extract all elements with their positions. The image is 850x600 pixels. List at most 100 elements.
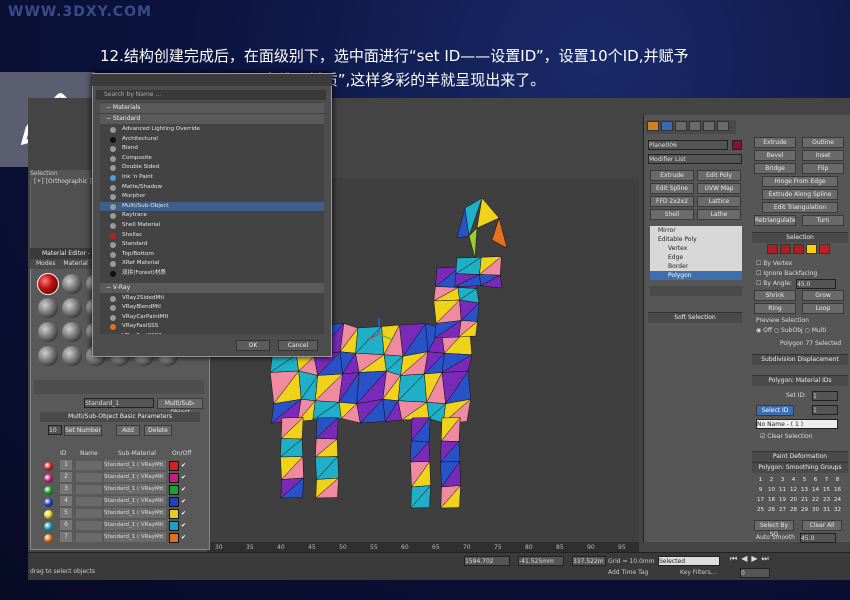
stack-item[interactable]: Edge: [650, 253, 742, 262]
browser-material-item[interactable]: Architectural: [100, 135, 324, 145]
browser-material-item[interactable]: Advanced Lighting Override: [100, 125, 324, 135]
sample-sphere[interactable]: [37, 273, 59, 295]
soft-selection-rollout[interactable]: Soft Selection: [648, 312, 742, 323]
mso-row[interactable]: 4 Standard_1 ( VRayMtl ) ✔: [42, 496, 202, 508]
smoothing-group-button[interactable]: 9: [755, 485, 766, 495]
stack-item[interactable]: Editable Poly: [650, 235, 742, 244]
mso-row-onoff[interactable]: ✔: [181, 532, 186, 544]
browser-material-item[interactable]: Multi/Sub-Object: [100, 201, 324, 212]
by-angle-field[interactable]: 45.0: [796, 279, 836, 289]
browser-category-standard[interactable]: − Standard: [100, 114, 324, 124]
browser-material-item[interactable]: VRay2SidedMtl: [100, 294, 324, 304]
select-by-sg-button[interactable]: Select By SG: [754, 520, 794, 538]
mso-sub-material-button[interactable]: Standard_1 ( VRayMtl ): [104, 520, 166, 530]
auto-smooth-button[interactable]: Auto Smooth: [756, 533, 795, 543]
smoothing-group-button[interactable]: 15: [821, 485, 832, 495]
smoothing-group-button[interactable]: 29: [799, 505, 810, 515]
selection-head[interactable]: Selection: [752, 232, 848, 243]
modifier-button[interactable]: Edit Poly: [697, 170, 741, 181]
cancel-button[interactable]: Cancel: [278, 340, 318, 351]
mso-sub-material-button[interactable]: Standard_1 ( VRayMtl ): [104, 532, 166, 542]
mso-row-name[interactable]: [76, 497, 102, 506]
subobject-level-icon[interactable]: [793, 244, 804, 254]
edit-poly-button[interactable]: Extrude: [754, 137, 796, 148]
stack-item[interactable]: Border: [650, 262, 742, 271]
mso-sub-material-button[interactable]: Standard_1 ( VRayMtl ): [104, 484, 166, 494]
smoothing-group-button[interactable]: 28: [788, 505, 799, 515]
smoothing-group-button[interactable]: 8: [832, 475, 843, 485]
browser-material-item[interactable]: 双拼(Forest)材质: [100, 269, 324, 279]
turn-button[interactable]: Turn: [802, 215, 844, 226]
browser-material-item[interactable]: Morphor: [100, 192, 324, 202]
mso-row-name[interactable]: [76, 521, 102, 530]
mso-params-header[interactable]: Multi/Sub-Object Basic Parameters: [40, 412, 200, 422]
mso-row-name[interactable]: [76, 509, 102, 518]
mso-sub-material-button[interactable]: Standard_1 ( VRayMtl ): [104, 460, 166, 470]
mso-row-onoff[interactable]: ✔: [181, 520, 186, 532]
add-time-tag[interactable]: Add Time Tag: [608, 569, 648, 576]
smoothing-group-button[interactable]: 19: [777, 495, 788, 505]
smoothing-group-button[interactable]: 6: [810, 475, 821, 485]
set-id-field[interactable]: 1: [812, 391, 838, 401]
mso-row-color[interactable]: [169, 485, 179, 495]
set-number-button[interactable]: Set Number: [64, 425, 102, 436]
modifier-button[interactable]: Extrude: [650, 170, 694, 181]
x-coord-field[interactable]: 1594.702: [464, 556, 510, 566]
edit-poly-button[interactable]: Edit Triangulation: [762, 202, 838, 213]
mso-row-color[interactable]: [169, 497, 179, 507]
set-number-field[interactable]: 10: [48, 425, 62, 435]
goat-polygon[interactable]: [491, 217, 508, 249]
playback-icons[interactable]: ⏮◀▶⏭: [730, 554, 773, 563]
edit-poly-button[interactable]: Bevel: [754, 150, 796, 161]
mso-row-onoff[interactable]: ✔: [181, 496, 186, 508]
mso-row-color[interactable]: [169, 461, 179, 471]
mso-row-onoff[interactable]: ✔: [181, 460, 186, 472]
browser-category-vray[interactable]: − V-Ray: [100, 282, 324, 293]
browser-material-item[interactable]: VRayFastSSS: [100, 322, 324, 332]
modifier-list-dropdown[interactable]: Modifier List: [648, 154, 742, 164]
sample-sphere[interactable]: [38, 298, 58, 318]
mso-row[interactable]: 6 Standard_1 ( VRayMtl ) ✔: [42, 520, 202, 532]
sample-sphere[interactable]: [62, 274, 82, 294]
sub-material-sphere[interactable]: [44, 498, 53, 507]
browser-material-item[interactable]: Standard: [100, 240, 324, 250]
smoothing-group-button[interactable]: 22: [810, 495, 821, 505]
mso-sub-material-button[interactable]: Standard_1 ( VRayMtl ): [104, 508, 166, 518]
smoothing-group-button[interactable]: 4: [788, 475, 799, 485]
subobject-level-icon[interactable]: [780, 244, 791, 254]
smoothing-group-button[interactable]: 25: [755, 505, 766, 515]
edit-poly-button[interactable]: Hinge From Edge: [762, 176, 838, 187]
smoothing-group-button[interactable]: 12: [788, 485, 799, 495]
mso-row[interactable]: 3 Standard_1 ( VRayMtl ) ✔: [42, 484, 202, 496]
smoothing-group-button[interactable]: 13: [799, 485, 810, 495]
smoothing-group-button[interactable]: 2: [766, 475, 777, 485]
edit-poly-button[interactable]: Bridge: [754, 163, 796, 174]
stack-tools[interactable]: [650, 286, 742, 296]
smoothing-group-button[interactable]: 18: [766, 495, 777, 505]
subobject-level-icon[interactable]: [806, 244, 817, 254]
material-editor-toolbar[interactable]: [34, 380, 204, 394]
mso-row-name[interactable]: [76, 485, 102, 494]
subobject-icons[interactable]: [766, 243, 831, 257]
browser-category-materials[interactable]: − Materials: [100, 103, 324, 113]
create-tab-icon[interactable]: [647, 121, 659, 131]
ignore-backfacing-checkbox[interactable]: ☐ Ignore Backfacing: [756, 269, 817, 279]
stack-item[interactable]: Polygon: [650, 271, 742, 280]
edit-poly-button[interactable]: Inset: [802, 150, 844, 161]
select-id-field[interactable]: 1: [812, 405, 838, 415]
smoothing-groups-head[interactable]: Polygon: Smoothing Groups: [752, 462, 848, 473]
loop-button[interactable]: Loop: [802, 303, 844, 314]
sub-material-sphere[interactable]: [44, 462, 53, 471]
modifier-button[interactable]: UVW Map: [697, 183, 741, 194]
ok-button[interactable]: OK: [236, 340, 270, 351]
by-vertex-checkbox[interactable]: ☐ By Vertex: [756, 259, 792, 269]
modifier-button[interactable]: Lattice: [697, 196, 741, 207]
mso-row[interactable]: 7 Standard_1 ( VRayMtl ) ✔: [42, 532, 202, 544]
sample-sphere[interactable]: [38, 346, 58, 366]
browser-material-item[interactable]: Matte/Shadow: [100, 183, 324, 193]
frame-field[interactable]: 0: [740, 568, 770, 578]
smoothing-group-button[interactable]: 21: [799, 495, 810, 505]
ring-button[interactable]: Ring: [754, 303, 796, 314]
modifier-button[interactable]: Edit Spline: [650, 183, 694, 194]
smoothing-group-button[interactable]: 26: [766, 505, 777, 515]
